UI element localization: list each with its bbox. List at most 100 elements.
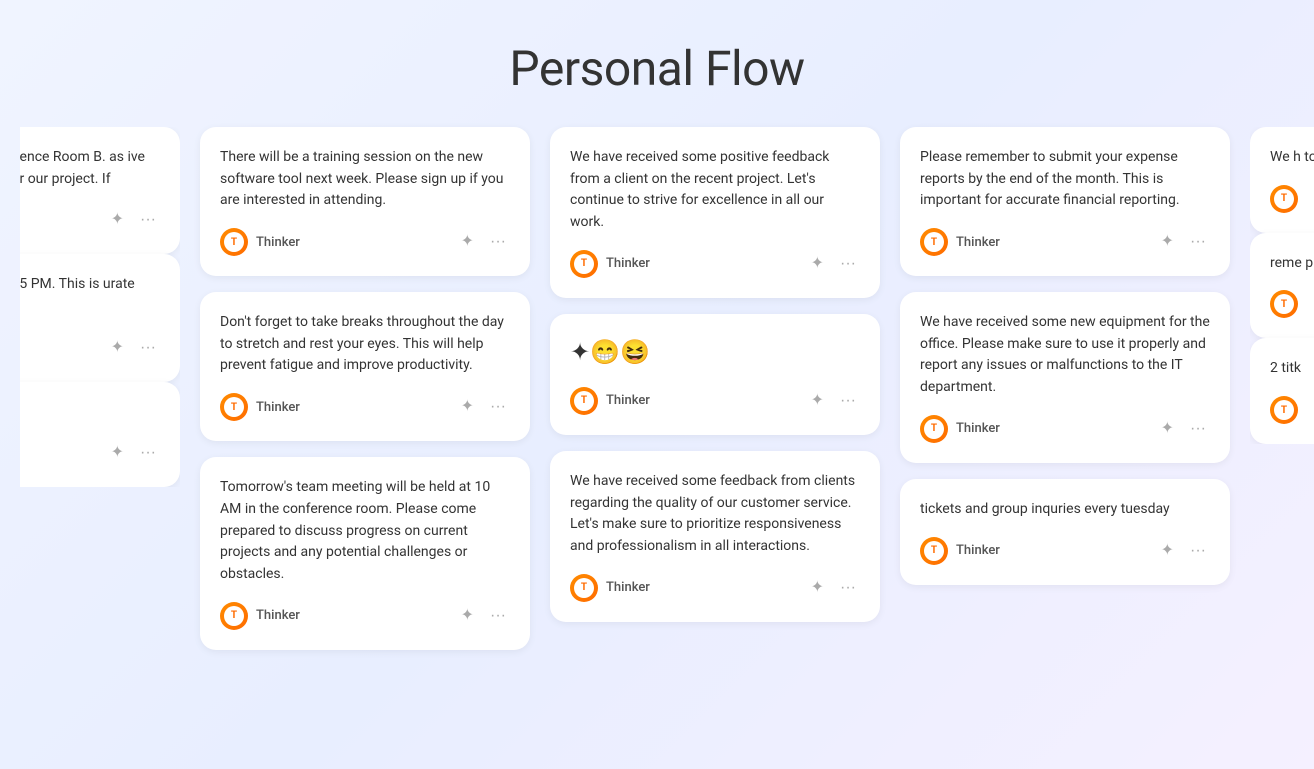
sparkle-button[interactable]: ✦ xyxy=(457,397,478,417)
sparkle-button[interactable]: ✦ xyxy=(807,254,828,274)
more-button[interactable]: ··· xyxy=(486,606,510,626)
card-lp2-text: our timesheet for the at 5 PM. This is u… xyxy=(20,274,160,317)
card-lp2-actions: ✦ ··· xyxy=(107,338,160,358)
card-4-footer: T Thinker ✦ ··· xyxy=(570,250,860,278)
more-button[interactable]: ··· xyxy=(1186,419,1210,439)
card-2-text: Don't forget to take breaks throughout t… xyxy=(220,312,510,377)
more-button[interactable]: ··· xyxy=(836,578,860,598)
column-left-partial: ting on August 5, Conference Room B. as … xyxy=(20,127,180,487)
card-1-footer: T Thinker ✦ ··· xyxy=(220,228,510,256)
card-lp1-text: ting on August 5, Conference Room B. as … xyxy=(20,147,160,190)
card-1: There will be a training session on the … xyxy=(200,127,530,276)
card-4-actions: ✦ ··· xyxy=(807,254,860,274)
card-3-footer: T Thinker ✦ ··· xyxy=(220,602,510,630)
avatar: T xyxy=(570,250,598,278)
more-button[interactable]: ··· xyxy=(836,254,860,274)
column-3: Please remember to submit your expense r… xyxy=(900,127,1230,585)
more-button[interactable]: ··· xyxy=(1186,232,1210,252)
card-rp3-text: 2 titk xyxy=(1270,358,1314,380)
card-rp3: 2 titk T xyxy=(1250,338,1314,444)
card-rp1-author: T xyxy=(1270,185,1298,213)
avatar: T xyxy=(570,387,598,415)
card-1-author: T Thinker xyxy=(220,228,300,256)
card-2: Don't forget to take breaks throughout t… xyxy=(200,292,530,441)
sparkle-button[interactable]: ✦ xyxy=(457,606,478,626)
avatar: T xyxy=(220,228,248,256)
avatar: T xyxy=(220,393,248,421)
card-rp1-footer: T xyxy=(1270,185,1314,213)
more-button[interactable]: ··· xyxy=(136,210,160,230)
card-8-text: We have received some new equipment for … xyxy=(920,312,1210,399)
card-7-text: Please remember to submit your expense r… xyxy=(920,147,1210,212)
author-name: Thinker xyxy=(956,543,1000,558)
avatar: T xyxy=(570,574,598,602)
card-lp1-footer: T ✦ ··· xyxy=(20,206,160,234)
card-5-footer: T Thinker ✦ ··· xyxy=(570,387,860,415)
card-8-footer: T Thinker ✦ ··· xyxy=(920,415,1210,443)
sparkle-button[interactable]: ✦ xyxy=(1157,232,1178,252)
card-rp3-author: T xyxy=(1270,396,1298,424)
card-1-actions: ✦ ··· xyxy=(457,232,510,252)
card-6-text: We have received some feedback from clie… xyxy=(570,471,860,558)
card-4-author: T Thinker xyxy=(570,250,650,278)
more-button[interactable]: ··· xyxy=(836,391,860,411)
avatar: T xyxy=(920,415,948,443)
sparkle-button[interactable]: ✦ xyxy=(107,210,128,230)
sparkle-button[interactable]: ✦ xyxy=(1157,541,1178,561)
sparkle-button[interactable]: ✦ xyxy=(107,338,128,358)
avatar: T xyxy=(1270,396,1298,424)
avatar: T xyxy=(920,537,948,565)
card-5-author: T Thinker xyxy=(570,387,650,415)
card-lp3-text: ith sending time xyxy=(20,402,160,424)
column-2: We have received some positive feedback … xyxy=(550,127,880,622)
card-3-actions: ✦ ··· xyxy=(457,606,510,626)
more-button[interactable]: ··· xyxy=(136,443,160,463)
card-rp2-text: reme proje help that o xyxy=(1270,253,1314,275)
card-6: We have received some feedback from clie… xyxy=(550,451,880,622)
card-6-actions: ✦ ··· xyxy=(807,578,860,598)
author-name: Thinker xyxy=(606,580,650,595)
card-rp2: reme proje help that o T xyxy=(1250,233,1314,339)
card-3: Tomorrow's team meeting will be held at … xyxy=(200,457,530,649)
more-button[interactable]: ··· xyxy=(136,338,160,358)
card-rp3-footer: T xyxy=(1270,396,1314,424)
column-1: There will be a training session on the … xyxy=(200,127,530,650)
card-7-actions: ✦ ··· xyxy=(1157,232,1210,252)
sparkle-button[interactable]: ✦ xyxy=(807,391,828,411)
sparkle-button[interactable]: ✦ xyxy=(1157,419,1178,439)
card-lp2-footer: T ✦ ··· xyxy=(20,334,160,362)
more-button[interactable]: ··· xyxy=(1186,541,1210,561)
more-button[interactable]: ··· xyxy=(486,232,510,252)
card-7: Please remember to submit your expense r… xyxy=(900,127,1230,276)
author-name: Thinker xyxy=(606,393,650,408)
sparkle-button[interactable]: ✦ xyxy=(457,232,478,252)
card-lp3-footer: T ✦ ··· xyxy=(20,439,160,467)
card-lp1-actions: ✦ ··· xyxy=(107,210,160,230)
card-lp2: our timesheet for the at 5 PM. This is u… xyxy=(20,254,180,381)
sparkle-button[interactable]: ✦ xyxy=(107,443,128,463)
avatar: T xyxy=(920,228,948,256)
card-9: tickets and group inquries every tuesday… xyxy=(900,479,1230,585)
card-9-footer: T Thinker ✦ ··· xyxy=(920,537,1210,565)
column-right-partial: We h tomo yours T reme proje help that o xyxy=(1250,127,1314,444)
card-rp2-author: T xyxy=(1270,290,1298,318)
card-2-footer: T Thinker ✦ ··· xyxy=(220,393,510,421)
card-9-text: tickets and group inquries every tuesday xyxy=(920,499,1210,521)
avatar: T xyxy=(220,602,248,630)
author-name: Thinker xyxy=(256,400,300,415)
card-lp3: ith sending time T ✦ ··· xyxy=(20,382,180,488)
card-7-footer: T Thinker ✦ ··· xyxy=(920,228,1210,256)
more-button[interactable]: ··· xyxy=(486,397,510,417)
sparkle-button[interactable]: ✦ xyxy=(807,578,828,598)
card-8-actions: ✦ ··· xyxy=(1157,419,1210,439)
card-4: We have received some positive feedback … xyxy=(550,127,880,298)
card-rp2-footer: T xyxy=(1270,290,1314,318)
card-2-author: T Thinker xyxy=(220,393,300,421)
card-1-text: There will be a training session on the … xyxy=(220,147,510,212)
card-6-author: T Thinker xyxy=(570,574,650,602)
author-name: Thinker xyxy=(256,608,300,623)
author-name: Thinker xyxy=(956,421,1000,436)
avatar: T xyxy=(1270,290,1298,318)
cards-container: ting on August 5, Conference Room B. as … xyxy=(0,127,1314,650)
card-3-text: Tomorrow's team meeting will be held at … xyxy=(220,477,510,585)
